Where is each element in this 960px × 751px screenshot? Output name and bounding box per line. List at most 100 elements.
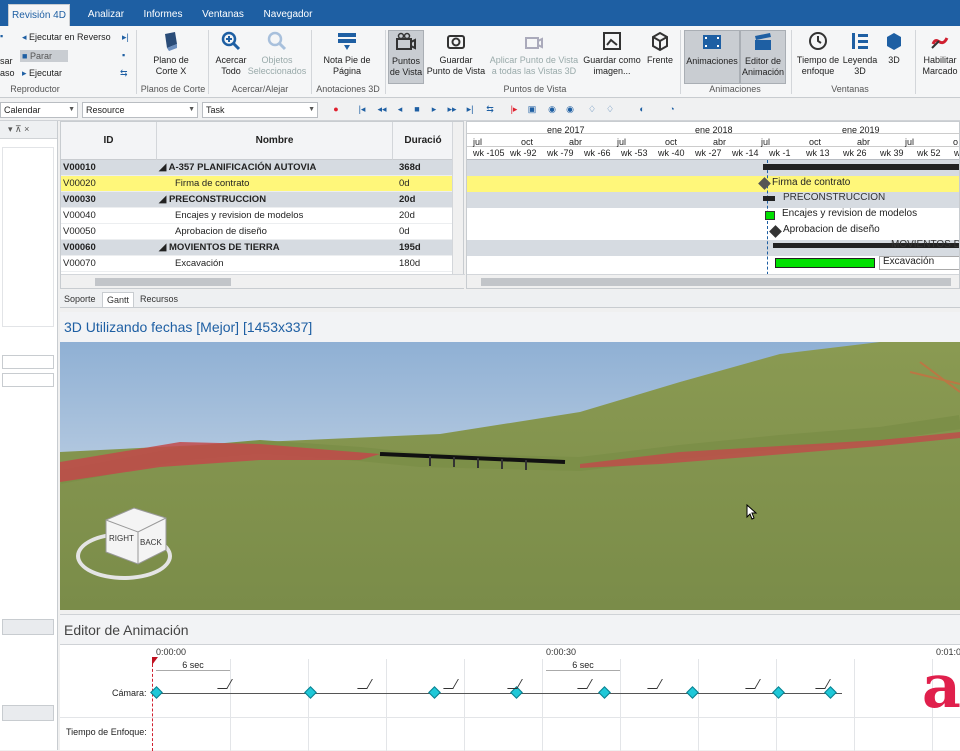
gantt-hscrollbar[interactable] xyxy=(467,274,959,288)
table-row[interactable]: V00060 ◢ MOVIENTOS DE TIERRA 195d xyxy=(61,240,453,256)
panel-controls[interactable]: ▾ ⊼ × xyxy=(8,124,29,135)
front-view-button[interactable]: Frente xyxy=(644,30,676,66)
left-button-1[interactable] xyxy=(2,619,54,635)
forward-icon[interactable]: ▸ xyxy=(428,103,440,115)
keyframe-diamond[interactable] xyxy=(772,686,785,699)
animations-button[interactable]: Animaciones xyxy=(684,30,740,84)
summary-bar[interactable] xyxy=(763,164,959,170)
task-bar[interactable] xyxy=(765,211,775,220)
section-plane-label: Plano de Corte X xyxy=(153,55,189,76)
left-panel-list[interactable] xyxy=(2,147,54,327)
split-icon[interactable]: |▸ xyxy=(508,103,520,115)
save-image-button[interactable]: Guardar como imagen... xyxy=(580,30,644,77)
calendar-select[interactable]: Calendar ▼ xyxy=(0,102,78,118)
navcube[interactable]: RIGHT BACK xyxy=(104,502,168,568)
summary-bar[interactable] xyxy=(763,196,775,201)
record-dot-icon[interactable]: ● xyxy=(330,103,342,115)
target-alt-icon[interactable]: ◉ xyxy=(564,103,576,115)
back-icon[interactable]: ◂ xyxy=(394,103,406,115)
task-select[interactable]: Task ▼ xyxy=(202,102,318,118)
animation-editor-button[interactable]: Editor de Animación xyxy=(740,30,786,84)
tab-recursos[interactable]: Recursos xyxy=(136,292,182,307)
zoom-all-button[interactable]: Acercar Todo xyxy=(212,30,250,77)
loop-icon[interactable]: ⇆ xyxy=(484,103,496,115)
skip-end-icon[interactable]: ▸| xyxy=(122,32,129,43)
view-3d-button[interactable]: 3D xyxy=(880,30,908,66)
keyframe-diamond[interactable] xyxy=(428,686,441,699)
camera-track-label: Cámara: xyxy=(112,688,147,698)
table-row[interactable]: V00010 ◢ A-357 PLANIFICACIÓN AUTOVIA 368d xyxy=(61,160,453,176)
zoom-selected-button[interactable]: Objetos Seleccionados xyxy=(246,30,308,77)
tab-gantt[interactable]: Gantt xyxy=(102,292,135,307)
tab-revision-4d[interactable]: Revisión 4D xyxy=(8,4,70,26)
scroll-thumb[interactable] xyxy=(481,278,951,286)
navcube-right-face[interactable]: RIGHT xyxy=(109,534,134,543)
grid-vscrollbar[interactable] xyxy=(452,122,463,274)
first-icon[interactable]: |◂ xyxy=(356,103,368,115)
save-viewpoint-button[interactable]: Guardar Punto de Vista xyxy=(426,30,486,77)
last-icon[interactable]: ▸| xyxy=(464,103,476,115)
milestone-diamond[interactable] xyxy=(769,225,782,238)
paso-label[interactable]: aso xyxy=(0,68,15,78)
table-row[interactable]: V00020 Firma de contrato 0d xyxy=(61,176,453,192)
navcube-back-face[interactable]: BACK xyxy=(140,538,162,547)
gantt-label: Aprobacion de diseño xyxy=(783,224,880,235)
week-label: wk xyxy=(954,148,960,158)
left-input-2[interactable] xyxy=(2,373,54,387)
week-label: wk -53 xyxy=(621,148,648,158)
keyframe-diamond[interactable] xyxy=(598,686,611,699)
col-header-duracion[interactable]: Duració xyxy=(393,122,453,160)
filter-icon[interactable]: ♢ xyxy=(586,103,598,115)
legend-3d-button[interactable]: Leyenda 3D xyxy=(842,30,878,77)
cell-duration: 0d xyxy=(399,178,410,189)
3d-viewport[interactable]: RIGHT BACK xyxy=(60,342,960,610)
cell-id: V00010 xyxy=(63,162,96,173)
group-puntos-vista: Puntos de Vista xyxy=(503,84,567,94)
stop-button[interactable]: ■ Parar xyxy=(20,50,68,62)
prev-icon[interactable]: ◂◂ xyxy=(376,103,388,115)
scroll-thumb[interactable] xyxy=(95,278,231,286)
footnote-button[interactable]: Nota Pie de Página xyxy=(318,30,376,77)
apply-viewpoint-button[interactable]: Aplicar Punto de Vista a todas las Vista… xyxy=(488,30,580,77)
cell-id: V00060 xyxy=(63,242,96,253)
stop-icon[interactable]: ■ xyxy=(411,103,423,115)
keyframe-diamond[interactable] xyxy=(686,686,699,699)
playhead[interactable] xyxy=(152,659,153,751)
tab-soporte[interactable]: Soporte xyxy=(60,292,100,307)
left-input-1[interactable] xyxy=(2,355,54,369)
timecode: 0:00:00 xyxy=(156,647,187,657)
keyframe-diamond[interactable] xyxy=(824,686,837,699)
run-reverse-button[interactable]: ◂ Ejecutar en Reverso xyxy=(22,32,111,43)
resource-select[interactable]: Resource ▼ xyxy=(82,102,198,118)
target-icon[interactable]: ◉ xyxy=(546,103,558,115)
task-bar[interactable] xyxy=(775,258,875,268)
keyframe-diamond[interactable] xyxy=(304,686,317,699)
grid-hscrollbar[interactable] xyxy=(61,274,465,288)
gantt-row xyxy=(467,192,959,208)
tab-navegador[interactable]: Navegador xyxy=(258,4,318,26)
pasar-label[interactable]: sar xyxy=(0,56,13,66)
table-row[interactable]: V00030 ◢ PRECONSTRUCCION 20d xyxy=(61,192,453,208)
timeline-gridline xyxy=(854,659,855,751)
palette-icon[interactable]: ◐ xyxy=(636,103,648,115)
save-icon[interactable]: ▣ xyxy=(526,103,538,115)
viewpoints-button[interactable]: Puntos de Vista xyxy=(388,30,424,84)
loop-icon[interactable]: ⇆ xyxy=(120,68,128,79)
tab-informes[interactable]: Informes xyxy=(138,4,188,26)
col-header-id[interactable]: ID xyxy=(61,122,157,160)
col-header-nombre[interactable]: Nombre xyxy=(157,122,393,160)
next-icon[interactable]: ▸▸ xyxy=(446,103,458,115)
table-row[interactable]: V00040 Encajes y revision de modelos 20d xyxy=(61,208,453,224)
enable-markup-button[interactable]: Habilitar Marcado xyxy=(918,30,960,77)
tab-analizar[interactable]: Analizar xyxy=(80,4,132,26)
table-row[interactable]: V00070 Excavación 180d xyxy=(61,256,453,272)
render-mode-icon[interactable]: ◔ xyxy=(666,103,678,115)
tab-ventanas[interactable]: Ventanas xyxy=(196,4,250,26)
table-row[interactable]: V00050 Aprobacion de diseño 0d xyxy=(61,224,453,240)
record-icon[interactable]: ▪ xyxy=(122,50,125,60)
focus-time-button[interactable]: Tiempo de enfoque xyxy=(794,30,842,77)
left-button-2[interactable] xyxy=(2,705,54,721)
filter-alt-icon[interactable]: ♢ xyxy=(604,103,616,115)
section-plane-button[interactable]: Plano de Corte X xyxy=(146,30,196,77)
run-button[interactable]: ▸ Ejecutar xyxy=(22,68,62,79)
